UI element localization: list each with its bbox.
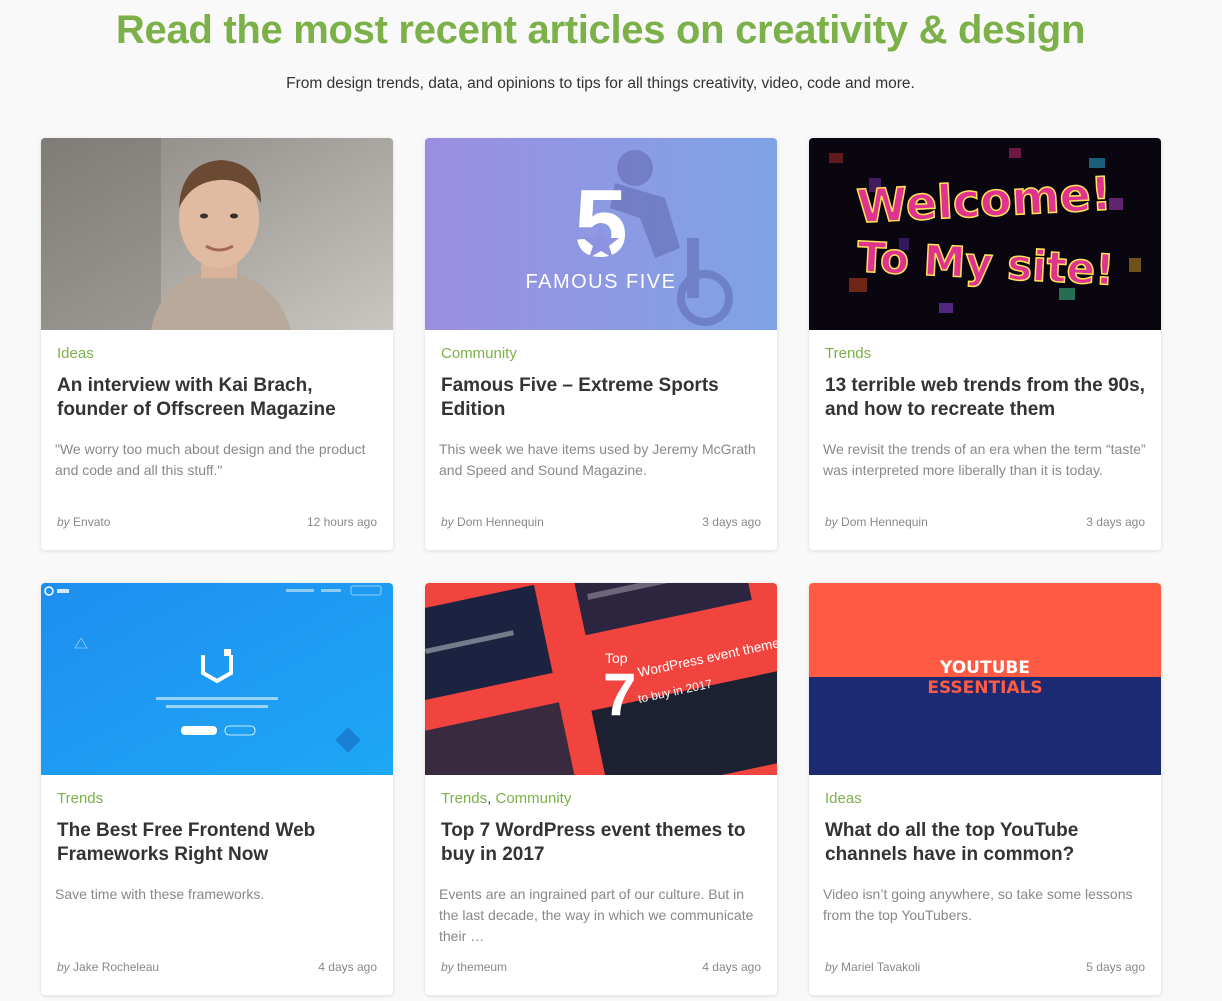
article-author: by Dom Hennequin (825, 515, 928, 529)
article-card[interactable]: YOUTUBE ESSENTIALS Ideas What do all the… (809, 583, 1161, 995)
article-title[interactable]: The Best Free Frontend Web Frameworks Ri… (57, 819, 382, 867)
article-card[interactable]: Ideas An interview with Kai Brach, found… (41, 138, 393, 550)
article-category[interactable]: Community (441, 345, 517, 362)
article-author: by Jake Rocheleau (57, 960, 160, 974)
article-card[interactable]: Trends The Best Free Frontend Web Framew… (41, 583, 393, 995)
article-meta: by themeum 4 days ago (441, 960, 761, 974)
portrait-photo (41, 138, 393, 330)
page-title: Read the most recent articles on creativ… (115, 8, 1086, 52)
seven-number: 7 (603, 661, 636, 728)
famous-five-image: 5 FAMOUS FIVE (425, 138, 777, 330)
article-meta: by Dom Hennequin 3 days ago (825, 515, 1145, 529)
article-time: 3 days ago (702, 515, 761, 529)
article-meta: by Envato 12 hours ago (57, 515, 377, 529)
article-thumbnail[interactable]: Welcome! To My site! (809, 138, 1161, 330)
article-thumbnail[interactable] (41, 583, 393, 775)
article-title[interactable]: An interview with Kai Brach, founder of … (57, 374, 382, 422)
wordpress-themes-image: Top 7 WordPress event themes to buy in 2… (425, 583, 777, 775)
article-title[interactable]: Top 7 WordPress event themes to buy in 2… (441, 819, 766, 867)
article-meta: by Jake Rocheleau 4 days ago (57, 960, 377, 974)
category-link[interactable]: Community (495, 790, 571, 807)
welcome-90s-image: Welcome! To My site! (809, 138, 1161, 330)
article-thumbnail[interactable] (41, 138, 393, 330)
page-subtitle: From design trends, data, and opinions t… (286, 75, 915, 92)
article-category[interactable]: Trends (825, 345, 871, 362)
article-card[interactable]: Welcome! To My site! Trends 13 terrible … (809, 138, 1161, 550)
article-author: by Dom Hennequin (441, 515, 544, 529)
article-category[interactable]: Ideas (825, 790, 862, 807)
article-author: by themeum (441, 960, 508, 974)
youtube-essentials-image: YOUTUBE ESSENTIALS (809, 583, 1161, 775)
article-excerpt: This week we have items used by Jeremy M… (439, 441, 756, 478)
category-link[interactable]: Trends (441, 790, 487, 807)
article-category[interactable]: Trends (57, 790, 103, 807)
article-time: 5 days ago (1086, 960, 1145, 974)
article-excerpt: We revisit the trends of an era when the… (823, 441, 1146, 478)
article-title[interactable]: Famous Five – Extreme Sports Edition (441, 374, 766, 422)
article-title[interactable]: What do all the top YouTube channels hav… (825, 819, 1150, 867)
article-author: by Envato (57, 515, 111, 529)
article-categories: Trends, Community (441, 790, 572, 807)
famous-five-caption: FAMOUS FIVE (526, 271, 677, 293)
article-card[interactable]: 5 FAMOUS FIVE Community Famous Five – Ex… (425, 138, 777, 550)
article-meta: by Dom Hennequin 3 days ago (441, 515, 761, 529)
article-card[interactable]: Top 7 WordPress event themes to buy in 2… (425, 583, 777, 995)
article-time: 3 days ago (1086, 515, 1145, 529)
article-thumbnail[interactable]: 5 FAMOUS FIVE (425, 138, 777, 330)
article-thumbnail[interactable]: Top 7 WordPress event themes to buy in 2… (425, 583, 777, 775)
article-excerpt: Video isn’t going anywhere, so take some… (823, 886, 1133, 923)
frontend-framework-screenshot (41, 583, 393, 775)
article-excerpt: Events are an ingrained part of our cult… (439, 886, 754, 944)
article-category[interactable]: Ideas (57, 345, 94, 362)
youtube-label: YOUTUBE (939, 658, 1030, 678)
essentials-label: ESSENTIALS (927, 678, 1042, 698)
article-excerpt: Save time with these frameworks. (55, 886, 265, 902)
five-number: 5 (574, 170, 627, 277)
article-excerpt: "We worry too much about design and the … (55, 441, 366, 478)
article-thumbnail[interactable]: YOUTUBE ESSENTIALS (809, 583, 1161, 775)
article-meta: by Mariel Tavakoli 5 days ago (825, 960, 1145, 974)
article-time: 4 days ago (318, 960, 377, 974)
article-author: by Mariel Tavakoli (825, 960, 921, 974)
article-title[interactable]: 13 terrible web trends from the 90s, and… (825, 374, 1150, 422)
article-time: 12 hours ago (306, 515, 377, 529)
article-time: 4 days ago (702, 960, 761, 974)
